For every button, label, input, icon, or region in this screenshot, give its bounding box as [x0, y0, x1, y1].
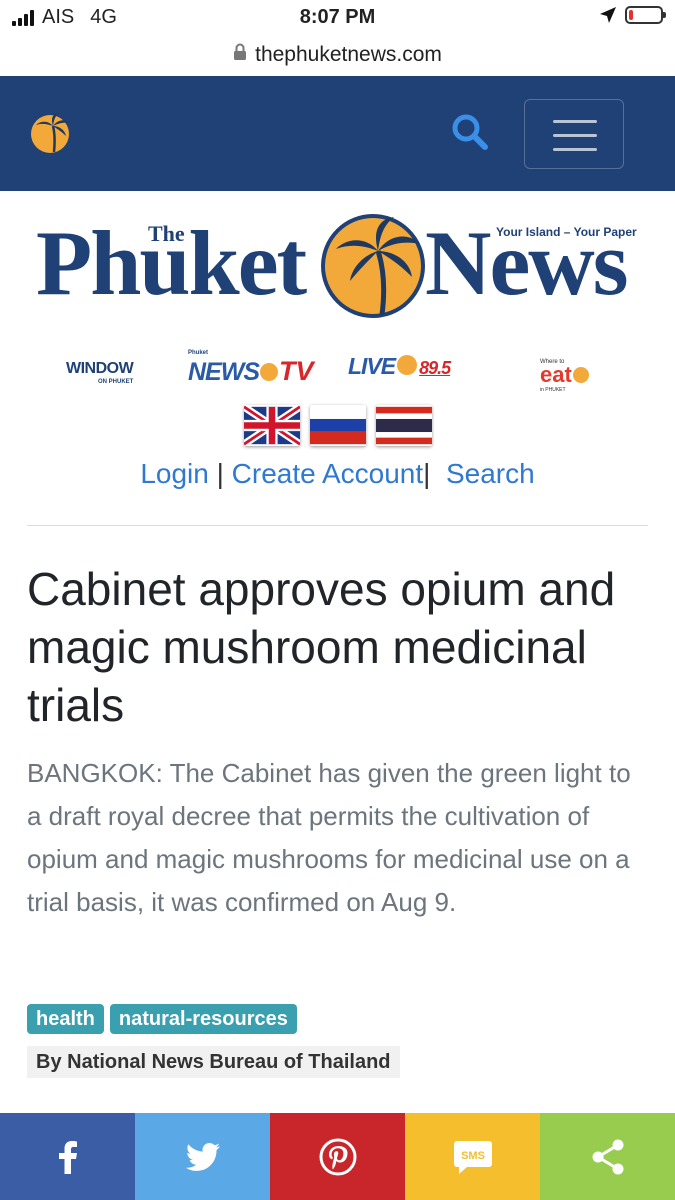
- sun-palm-logo-icon[interactable]: [28, 112, 74, 159]
- eat-sub: in PHUKET: [540, 387, 566, 393]
- article-tags: health natural-resources: [27, 1004, 297, 1034]
- masthead-the: The: [148, 221, 185, 246]
- share-icon: [592, 1139, 623, 1174]
- twitter-share-button[interactable]: [135, 1113, 270, 1200]
- account-links: Login | Create Account| Search: [0, 458, 675, 490]
- hamburger-icon[interactable]: [524, 99, 624, 169]
- newstv-news: NEWS: [188, 358, 260, 386]
- sms-share-button[interactable]: SMS: [405, 1113, 540, 1200]
- facebook-icon: [58, 1140, 77, 1174]
- status-bar: AIS 4G 8:07 PM: [0, 0, 675, 36]
- partner-logos: WINDOW ON PHUKET Phuket NEWS TV LIVE 89.5 …: [0, 345, 675, 395]
- share-bar: SMS: [0, 1113, 675, 1200]
- eat-sun-icon: [572, 367, 589, 383]
- article-lead: BANGKOK: The Cabinet has given the green…: [27, 758, 631, 917]
- site-navbar: [0, 76, 675, 191]
- article-headline[interactable]: Cabinet approves opium and magic mushroo…: [27, 560, 657, 734]
- address-bar[interactable]: thephuketnews.com: [0, 36, 675, 74]
- live-radio-logo[interactable]: LIVE 89.5: [348, 353, 451, 380]
- tag-health[interactable]: health: [27, 1004, 104, 1034]
- pinterest-icon: [319, 1138, 356, 1175]
- facebook-share-button[interactable]: [0, 1113, 135, 1200]
- clock: 8:07 PM: [299, 6, 376, 28]
- battery-level: [629, 10, 633, 20]
- live-freq: 89.5: [419, 358, 451, 378]
- sms-icon: SMS: [453, 1140, 492, 1174]
- location-arrow-icon: [600, 7, 616, 23]
- login-link[interactable]: Login: [140, 458, 209, 489]
- twitter-icon: [185, 1142, 220, 1171]
- search-icon[interactable]: [450, 112, 490, 157]
- russia-flag-icon[interactable]: [310, 405, 366, 446]
- url-text: thephuketnews.com: [255, 43, 442, 66]
- window-logo-sub: ON PHUKET: [98, 379, 134, 385]
- pinterest-share-button[interactable]: [270, 1113, 405, 1200]
- phuket-news-tv-logo[interactable]: Phuket NEWS TV: [188, 350, 314, 387]
- live-sun-icon: [397, 355, 418, 375]
- lock-icon: [233, 43, 247, 67]
- language-flags: [244, 405, 432, 446]
- divider: [27, 525, 648, 526]
- masthead-logo[interactable]: Phuket The News Your Island – Your Paper: [0, 205, 675, 320]
- live-text: LIVE: [348, 353, 396, 379]
- sms-icon-label: SMS: [461, 1150, 485, 1162]
- where-to-eat-logo[interactable]: Where to eat in PHUKET: [540, 359, 590, 393]
- tag-natural-resources[interactable]: natural-resources: [109, 1004, 297, 1034]
- masthead-tagline: Your Island – Your Paper: [496, 225, 637, 239]
- battery-icon: [625, 6, 666, 24]
- window-logo-text: WINDOW: [66, 360, 134, 377]
- create-account-link[interactable]: Create Account: [232, 458, 423, 489]
- separator: |: [216, 458, 224, 489]
- masthead-sun-icon: [318, 211, 430, 328]
- thailand-flag-icon[interactable]: [376, 405, 432, 446]
- separator: |: [423, 458, 431, 489]
- article-byline: By National News Bureau of Thailand: [27, 1046, 400, 1078]
- search-link[interactable]: Search: [446, 458, 535, 489]
- newstv-sun-icon: [260, 363, 278, 381]
- generic-share-button[interactable]: [540, 1113, 675, 1200]
- eat-text: eat: [540, 362, 572, 387]
- status-right: [599, 6, 666, 24]
- uk-flag-icon[interactable]: [244, 405, 300, 446]
- newstv-tv: TV: [279, 356, 314, 386]
